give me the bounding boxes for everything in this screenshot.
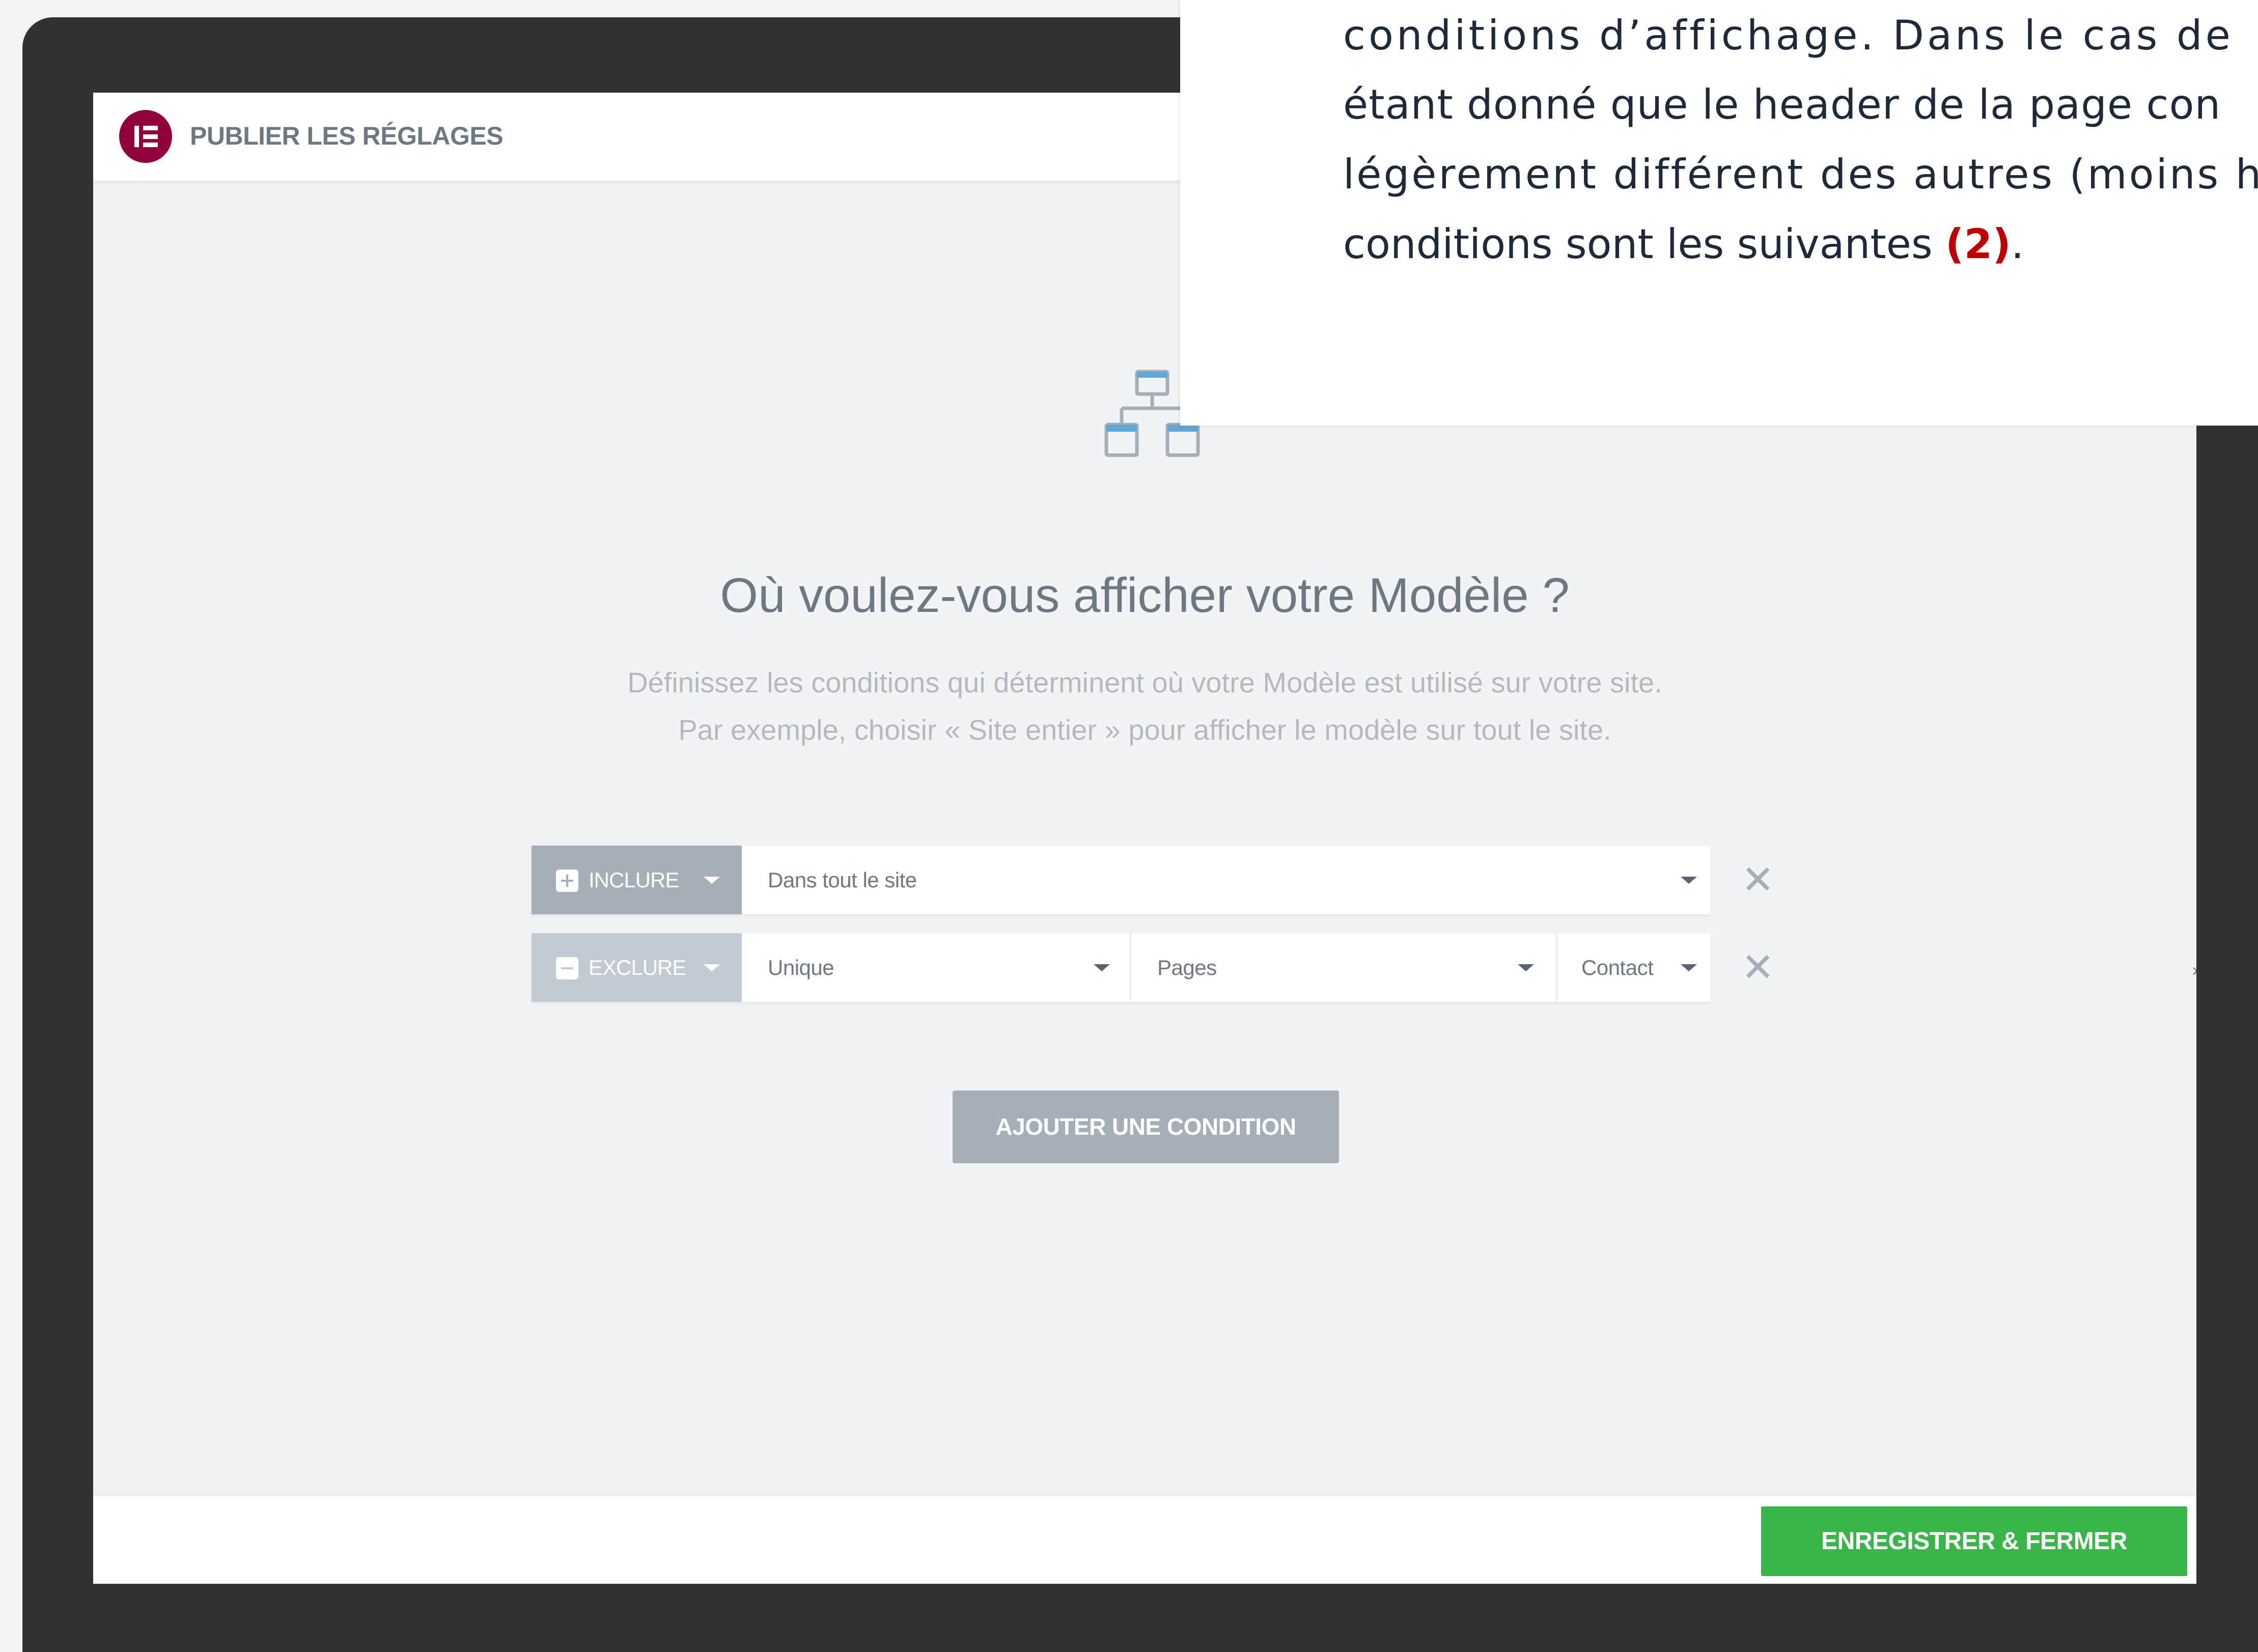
chevron-down-icon (1681, 964, 1697, 971)
remove-condition-button[interactable]: ✕ (1741, 947, 1774, 987)
select-value: Pages (1157, 956, 1217, 979)
condition-type-label: INCLURE (589, 868, 679, 892)
chevron-down-icon (704, 964, 720, 971)
dialog-header-title: PUBLIER LES RÉGLAGES (190, 122, 504, 150)
add-condition-button[interactable]: AJOUTER UNE CONDITION (953, 1090, 1339, 1163)
select-value: Unique (768, 956, 834, 979)
chevron-down-icon (1094, 964, 1110, 971)
article-text-fragment: . (2011, 220, 2024, 268)
article-text-line: légèrement différent des autres (moins h… (1343, 151, 2258, 198)
chevron-down-icon (704, 877, 720, 884)
dialog-title: Où voulez-vous afficher votre Modèle ? (720, 568, 1570, 623)
article-text-fragment: conditions sont les suivantes (1343, 220, 1946, 268)
select-divider (1556, 933, 1557, 1002)
condition-row: EXCLURE Unique Pages Contact × (532, 933, 2196, 1002)
minus-square-icon (556, 957, 578, 979)
include-toggle-button[interactable]: INCLURE (532, 846, 742, 914)
exclude-toggle-button[interactable]: EXCLURE (532, 933, 742, 1002)
dialog-description-example: Par exemple, choisir « Site entier » pou… (678, 714, 1611, 746)
article-text-line: conditions d’affichage. Dans le cas de (1343, 12, 2234, 59)
article-text-line: étant donné que le header de la page con (1343, 81, 2221, 128)
select-value: Contact (1581, 956, 1654, 979)
save-and-close-button[interactable]: ENREGISTRER & FERMER (1761, 1506, 2187, 1576)
dialog-footer: ENREGISTRER & FERMER (93, 1496, 2196, 1584)
condition-row: INCLURE Dans tout le site (532, 846, 1711, 914)
condition-type-label: EXCLURE (589, 956, 686, 979)
clear-selection-icon[interactable]: × (2192, 963, 2196, 980)
remove-condition-button[interactable]: ✕ (1741, 860, 1774, 900)
select-divider (1130, 933, 1131, 1002)
chevron-down-icon (1518, 964, 1534, 971)
chevron-down-icon (1681, 877, 1697, 884)
annotation-marker: (2) (1945, 220, 2011, 268)
select-value: Dans tout le site (768, 868, 917, 892)
dialog-description: Définissez les conditions qui déterminen… (627, 666, 1662, 698)
article-text-line: conditions sont les suivantes (2). (1343, 220, 2024, 269)
plus-square-icon (556, 870, 578, 892)
elementor-logo-icon (119, 110, 172, 163)
article-text-panel: conditions d’affichage. Dans le cas de é… (1180, 0, 2258, 426)
